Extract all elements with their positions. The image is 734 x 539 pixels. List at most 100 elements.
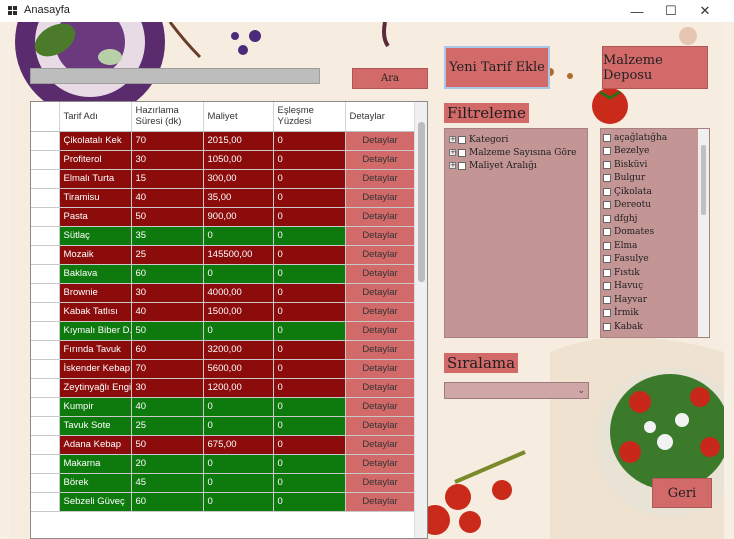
column-header-time[interactable]: Hazırlama Süresi (dk) — [131, 102, 204, 132]
row-selector[interactable] — [31, 492, 60, 512]
row-selector[interactable] — [31, 245, 60, 265]
row-selector[interactable] — [31, 416, 60, 436]
details-button[interactable]: Detaylar — [344, 472, 416, 493]
grid-scrollbar[interactable] — [414, 102, 427, 538]
ingredient-scrollbar[interactable] — [698, 129, 709, 337]
tree-item-category[interactable]: + Kategori — [449, 133, 587, 146]
checkbox[interactable] — [603, 282, 611, 291]
row-selector[interactable] — [31, 397, 60, 417]
details-button[interactable]: Detaylar — [344, 320, 416, 341]
row-selector[interactable] — [31, 378, 60, 398]
details-button[interactable]: Detaylar — [344, 453, 416, 474]
ingredient-scroll-thumb[interactable] — [701, 145, 706, 215]
ingredient-item[interactable]: Domates — [603, 226, 709, 240]
ingredient-item[interactable]: Havuç — [603, 280, 709, 294]
table-row[interactable]: Baklava 60 0 0 Detaylar — [31, 263, 416, 284]
table-row[interactable]: Makarna 20 0 0 Detaylar — [31, 453, 416, 474]
checkbox[interactable] — [458, 161, 466, 170]
tree-item-cost-range[interactable]: + Maliyet Aralığı — [449, 159, 587, 172]
recipe-grid[interactable]: Tarif Adı Hazırlama Süresi (dk) Maliyet … — [30, 101, 428, 539]
table-row[interactable]: Zeytinyağlı Engi...301200,000Detaylar — [31, 377, 416, 398]
chevron-down-icon[interactable]: ⌄ — [577, 385, 585, 396]
table-row[interactable]: Fırında Tavuk 60 3200,00 0 Detaylar — [31, 339, 416, 360]
row-selector[interactable] — [31, 169, 60, 189]
ingredient-item[interactable]: Dereotu — [603, 199, 709, 213]
details-button[interactable]: Detaylar — [344, 301, 416, 322]
row-selector[interactable] — [31, 302, 60, 322]
column-header-match[interactable]: Eşleşme Yüzdesi — [273, 102, 346, 132]
expand-icon[interactable]: + — [449, 149, 456, 156]
details-button[interactable]: Detaylar — [344, 187, 416, 208]
details-button[interactable]: Detaylar — [344, 282, 416, 303]
table-row[interactable]: Sebzeli Güveç 60 0 0 Detaylar — [31, 491, 416, 512]
expand-icon[interactable]: + — [449, 162, 456, 169]
details-button[interactable]: Detaylar — [344, 168, 416, 189]
table-row[interactable]: Elmalı Turta 15 300,00 0 Detaylar — [31, 168, 416, 189]
checkbox[interactable] — [603, 160, 611, 169]
grid-scroll-thumb[interactable] — [418, 122, 425, 282]
ingredient-checklist[interactable]: açağlatığha Bezelye Bisküvi Bulgur Çikolata D… — [600, 128, 710, 338]
details-button[interactable]: Detaylar — [344, 263, 416, 284]
back-button[interactable]: Geri — [652, 478, 712, 508]
ingredient-item[interactable]: Kabak — [603, 320, 709, 334]
expand-icon[interactable]: + — [449, 136, 456, 143]
tree-item-ingredient-count[interactable]: + Malzeme Sayısına Göre — [449, 146, 587, 159]
column-header-cost[interactable]: Maliyet — [203, 102, 274, 132]
ingredient-item[interactable]: Fasulye — [603, 253, 709, 267]
filter-tree[interactable]: + Kategori + Malzeme Sayısına Göre + Mal… — [444, 128, 588, 338]
checkbox[interactable] — [603, 174, 611, 183]
table-row[interactable]: Çikolatalı Kek 70 2015,00 0 Detaylar — [31, 130, 416, 151]
checkbox[interactable] — [603, 147, 611, 156]
ingredient-item[interactable]: açağlatığha — [603, 131, 709, 145]
checkbox[interactable] — [603, 187, 611, 196]
checkbox[interactable] — [458, 148, 466, 157]
details-button[interactable]: Detaylar — [344, 377, 416, 398]
details-button[interactable]: Detaylar — [344, 149, 416, 170]
checkbox[interactable] — [603, 295, 611, 304]
checkbox[interactable] — [603, 228, 611, 237]
ingredient-item[interactable]: Hayvar — [603, 293, 709, 307]
search-button[interactable]: Ara — [352, 68, 428, 89]
ingredient-item[interactable]: dfghj — [603, 212, 709, 226]
column-header-name[interactable]: Tarif Adı — [59, 102, 132, 132]
ingredient-item[interactable]: Elma — [603, 239, 709, 253]
table-row[interactable]: Tiramisu 40 35,00 0 Detaylar — [31, 187, 416, 208]
ingredient-item[interactable]: İrmik — [603, 307, 709, 321]
table-row[interactable]: Tavuk Sote 25 0 0 Detaylar — [31, 415, 416, 436]
details-button[interactable]: Detaylar — [344, 206, 416, 227]
ingredient-item[interactable]: Bezelye — [603, 145, 709, 159]
details-button[interactable]: Detaylar — [344, 244, 416, 265]
table-row[interactable]: Pasta 50 900,00 0 Detaylar — [31, 206, 416, 227]
row-selector[interactable] — [31, 435, 60, 455]
checkbox[interactable] — [603, 268, 611, 277]
ingredient-item[interactable]: Çikolata — [603, 185, 709, 199]
checkbox[interactable] — [603, 241, 611, 250]
row-selector[interactable] — [31, 283, 60, 303]
new-recipe-button[interactable]: Yeni Tarif Ekle — [444, 46, 550, 89]
table-row[interactable]: Mozaik 25 145500,00 0 Detaylar — [31, 244, 416, 265]
table-row[interactable]: Sütlaç 35 0 0 Detaylar — [31, 225, 416, 246]
sort-dropdown[interactable]: ⌄ — [444, 382, 589, 399]
details-button[interactable]: Detaylar — [344, 491, 416, 512]
details-button[interactable]: Detaylar — [344, 339, 416, 360]
minimize-button[interactable]: — — [620, 0, 654, 22]
row-selector[interactable] — [31, 188, 60, 208]
table-row[interactable]: Kıymalı Biber D... 50 0 0 Detaylar — [31, 320, 416, 341]
table-row[interactable]: İskender Kebap 70 5600,00 0 Detaylar — [31, 358, 416, 379]
checkbox[interactable] — [603, 214, 611, 223]
table-row[interactable]: Brownie 30 4000,00 0 Detaylar — [31, 282, 416, 303]
table-row[interactable]: Adana Kebap 50 675,00 0 Detaylar — [31, 434, 416, 455]
details-button[interactable]: Detaylar — [344, 396, 416, 417]
checkbox[interactable] — [603, 309, 611, 318]
row-selector[interactable] — [31, 207, 60, 227]
table-row[interactable]: Börek 45 0 0 Detaylar — [31, 472, 416, 493]
details-button[interactable]: Detaylar — [344, 415, 416, 436]
row-selector[interactable] — [31, 226, 60, 246]
table-row[interactable]: Kumpir 40 0 0 Detaylar — [31, 396, 416, 417]
row-selector[interactable] — [31, 359, 60, 379]
checkbox[interactable] — [603, 255, 611, 264]
checkbox[interactable] — [603, 322, 611, 331]
row-selector[interactable] — [31, 264, 60, 284]
search-input[interactable] — [30, 68, 320, 84]
details-button[interactable]: Detaylar — [344, 434, 416, 455]
